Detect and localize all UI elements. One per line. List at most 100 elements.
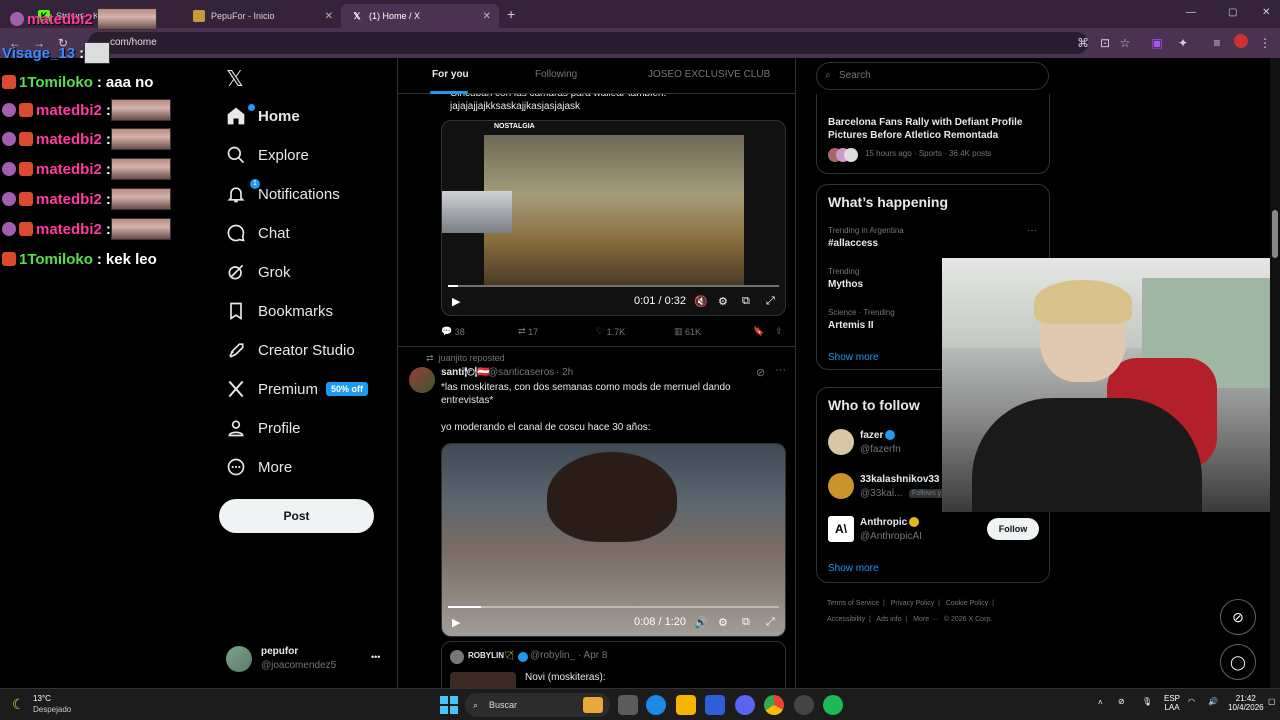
browser-tab-x-home[interactable]: 𝕏 (1) Home / X ✕ (341, 4, 499, 28)
spotify-icon[interactable] (823, 695, 843, 715)
x-logo-icon[interactable]: 𝕏 (226, 66, 244, 92)
trend-name[interactable]: Artemis II (828, 320, 874, 331)
play-icon[interactable]: ▶ (452, 616, 460, 629)
avatar[interactable] (828, 429, 854, 455)
url-field[interactable]: com/home (88, 32, 1088, 54)
tray-mic-icon[interactable]: 🎙 (1142, 697, 1152, 706)
fullscreen-icon[interactable]: ⤢ (766, 616, 775, 629)
page-scrollbar[interactable] (1270, 58, 1280, 688)
discord-icon[interactable] (735, 695, 755, 715)
show-more-link[interactable]: Show more (828, 352, 879, 363)
more-options-icon[interactable]: ··· (775, 364, 786, 376)
suggested-account-name[interactable]: fazer (860, 430, 896, 441)
taskbar-search[interactable]: ⌕ Buscar (465, 693, 610, 717)
mail-icon[interactable] (705, 695, 725, 715)
footer-link[interactable]: Accessibility (827, 616, 865, 623)
fullscreen-icon[interactable]: ⤢ (766, 295, 775, 308)
follow-button[interactable]: Follow (987, 518, 1039, 540)
clock[interactable]: 21:42 10/4/2026 (1228, 694, 1264, 712)
browser-menu-icon[interactable]: ⋮ (1256, 34, 1274, 52)
footer-link[interactable]: Cookie Policy (946, 600, 988, 607)
pip-icon[interactable]: ⧉ (742, 295, 750, 308)
tray-volume-icon[interactable]: 🔊 (1208, 697, 1218, 706)
messages-floating-icon[interactable]: ◯ (1220, 644, 1256, 680)
close-tab-icon[interactable]: ✕ (483, 11, 491, 22)
extension-twitch-icon[interactable]: ▣ (1148, 34, 1166, 52)
task-view-icon[interactable] (618, 695, 638, 715)
anthropic-logo-icon[interactable]: A\ (828, 516, 854, 542)
nav-home[interactable]: Home (226, 101, 300, 131)
author-handle[interactable]: @santicaseros (488, 367, 554, 378)
share-button[interactable]: ⇪ (775, 326, 783, 337)
nav-profile[interactable]: Profile (226, 413, 301, 443)
grok-icon[interactable]: ⊘ (756, 366, 765, 379)
search-input[interactable]: ⌕ Search (816, 62, 1049, 90)
tab-search-icon[interactable]: ≡ (1208, 34, 1226, 52)
scrollbar-thumb[interactable] (1272, 210, 1278, 258)
views-button[interactable]: ▥ 61K (674, 326, 701, 337)
footer-link[interactable]: Privacy Policy (891, 600, 935, 607)
nav-grok[interactable]: Grok (226, 257, 291, 287)
nav-more[interactable]: More (226, 452, 292, 482)
video-progress-bar[interactable] (448, 285, 779, 287)
play-icon[interactable]: ▶ (452, 295, 460, 308)
like-button[interactable]: ♡ 1.7K (596, 326, 625, 337)
news-card[interactable]: Barcelona Fans Rally with Defiant Profil… (816, 94, 1050, 174)
quoted-tweet[interactable]: ROBYLIN🏹 @robylin_ · Apr 8 Novi (moskite… (441, 641, 786, 688)
new-tab-button[interactable]: + (507, 6, 515, 22)
chrome-icon[interactable] (764, 695, 784, 715)
tab-following[interactable]: Following (535, 69, 577, 80)
nav-notifications[interactable]: 1 Notifications (226, 179, 340, 209)
nav-explore[interactable]: Explore (226, 140, 309, 170)
video-progress-bar[interactable] (448, 606, 779, 608)
language-indicator[interactable]: ESP LAA (1164, 694, 1180, 712)
reply-button[interactable]: 💬 38 (441, 326, 465, 337)
minimize-button[interactable]: — (1186, 7, 1196, 18)
nav-premium[interactable]: Premium 50% off (226, 374, 369, 404)
account-menu-icon[interactable]: ••• (371, 652, 380, 662)
mute-icon[interactable]: 🔇 (694, 295, 708, 308)
tweet-time[interactable]: · 2h (556, 367, 573, 378)
volume-icon[interactable]: 🔊 (694, 616, 708, 629)
windows-start-icon[interactable] (440, 696, 458, 714)
notifications-center-icon[interactable]: ▢ (1268, 697, 1276, 706)
pip-icon[interactable]: ⧉ (742, 616, 750, 629)
trend-name[interactable]: Mythos (828, 279, 863, 290)
tab-for-you[interactable]: For you (432, 69, 469, 80)
edge-icon[interactable] (646, 695, 666, 715)
grok-floating-icon[interactable]: ⊘ (1220, 599, 1256, 635)
suggested-account-name[interactable]: Anthropic (860, 517, 920, 528)
bookmark-star-icon[interactable]: ☆ (1116, 34, 1134, 52)
account-switcher[interactable]: pepufor @joacomendez5 ••• (226, 644, 386, 674)
translate-icon[interactable]: ⌘ (1074, 34, 1092, 52)
settings-icon[interactable]: ⚙ (718, 295, 728, 308)
nav-bookmarks[interactable]: Bookmarks (226, 296, 333, 326)
nav-creator-studio[interactable]: Creator Studio (226, 335, 355, 365)
tab-joseo-exclusive-club[interactable]: JOSEO EXCLUSIVE CLUB (648, 69, 770, 80)
profile-icon[interactable] (1232, 34, 1250, 52)
tweet-video[interactable]: ▶ 0:08 / 1:20 🔊 ⚙ ⧉ ⤢ (441, 443, 786, 637)
extensions-icon[interactable]: ✦ (1174, 34, 1192, 52)
footer-link[interactable]: More ··· (913, 616, 938, 623)
obs-icon[interactable] (794, 695, 814, 715)
moon-weather-icon[interactable]: ☾ (12, 696, 25, 713)
repost-button[interactable]: ⇄ 17 (518, 326, 538, 337)
author-name[interactable]: santi🍽🇦🇹 (441, 367, 490, 378)
file-explorer-icon[interactable] (676, 695, 696, 715)
nav-chat[interactable]: Chat (226, 218, 290, 248)
more-options-icon[interactable]: ··· (1027, 225, 1037, 236)
close-tab-icon[interactable]: ✕ (325, 11, 333, 22)
avatar[interactable] (828, 473, 854, 499)
footer-link[interactable]: Ads info (876, 616, 901, 623)
tweet-video[interactable]: NOSTALGIA ▶ 0:01 / 0:32 🔇 ⚙ ⧉ ⤢ (441, 120, 786, 316)
settings-icon[interactable]: ⚙ (718, 616, 728, 629)
post-button[interactable]: Post (219, 499, 374, 533)
browser-tab-pepufor[interactable]: PepuFor - Inicio ✕ (183, 4, 341, 28)
footer-link[interactable]: Terms of Service (827, 600, 879, 607)
tray-wifi-icon[interactable]: ◠ (1188, 697, 1195, 706)
maximize-button[interactable]: ▢ (1228, 7, 1237, 18)
tray-network-off-icon[interactable]: ⊘ (1118, 697, 1125, 706)
close-window-button[interactable]: ✕ (1262, 7, 1270, 18)
show-more-link[interactable]: Show more (828, 563, 879, 574)
tray-chevron-icon[interactable]: ˄ (1098, 698, 1103, 707)
